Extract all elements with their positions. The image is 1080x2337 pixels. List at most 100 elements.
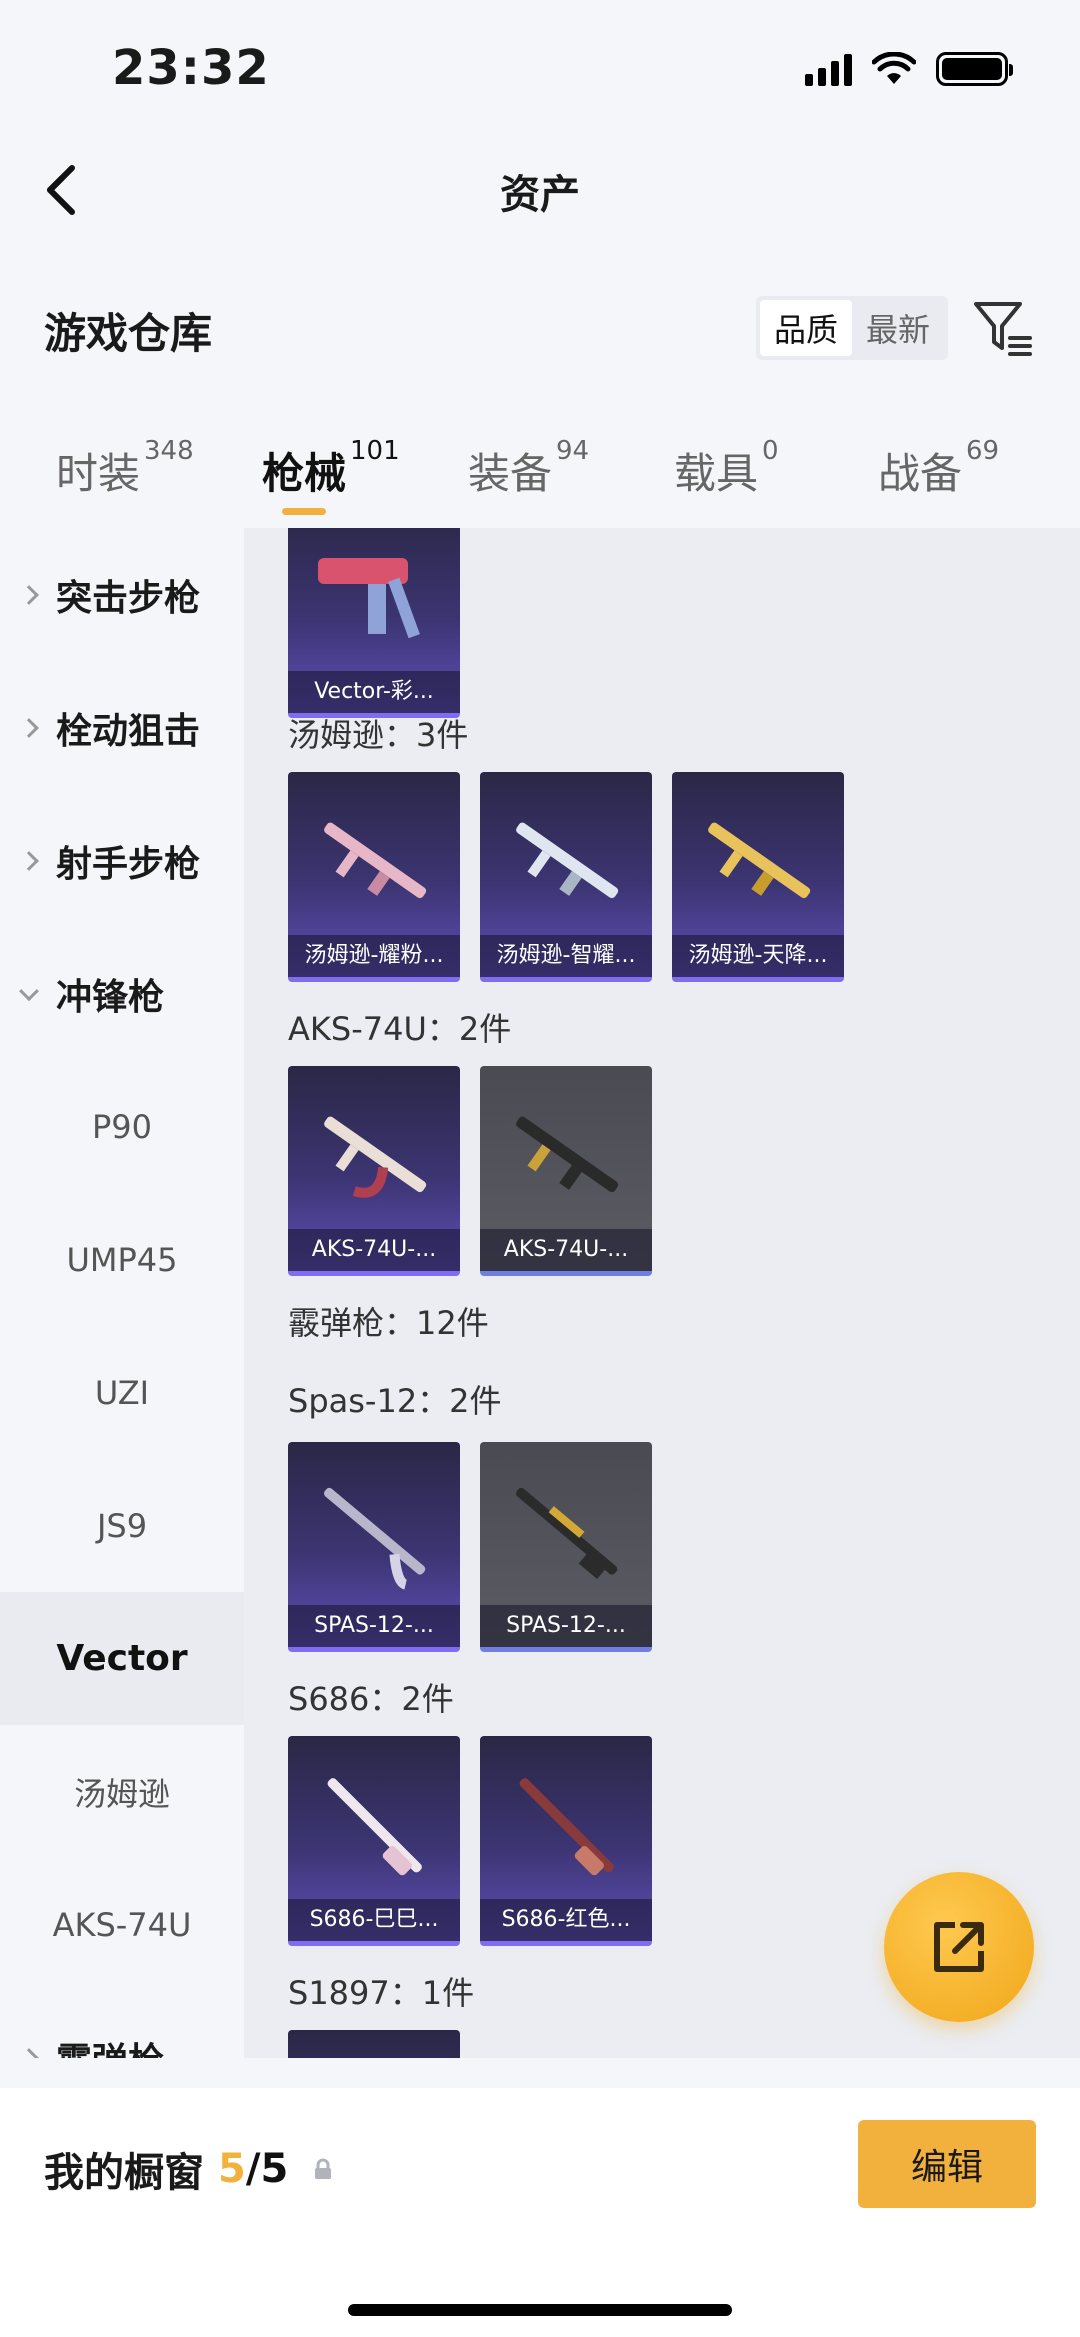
shotgun-icon	[327, 1778, 422, 1876]
sidebar-item-vector[interactable]: Vector	[0, 1592, 244, 1725]
group-title: AKS-74U：2件	[288, 1010, 512, 1048]
status-bar: 23:32	[0, 0, 1080, 140]
group-title: S686：2件	[288, 1680, 454, 1718]
tab-count: 69	[966, 436, 1000, 466]
item-card-label: SPAS-12-...	[288, 1605, 460, 1647]
shotgun-icon	[516, 1487, 618, 1579]
tab-label: 战备	[878, 449, 963, 498]
showcase-current: 5	[218, 2146, 246, 2192]
tab-guns[interactable]: 枪械 101	[262, 436, 400, 501]
lock-icon	[315, 2158, 332, 2179]
sidebar-item-label: 射手步枪	[56, 843, 201, 885]
signal-icon	[805, 52, 852, 86]
group-title: 霰弹枪：12件	[288, 1304, 489, 1342]
rifle-icon	[708, 822, 811, 899]
sidebar-item-marksman-rifle[interactable]: 射手步枪	[0, 794, 244, 927]
sidebar-item-uzi[interactable]: UZI	[0, 1326, 244, 1459]
sidebar-item-assault-rifle[interactable]: 突击步枪	[0, 528, 244, 661]
sort-quality-button[interactable]: 品质	[760, 300, 852, 356]
tab-vehicles[interactable]: 载具 0	[674, 436, 779, 501]
edit-button[interactable]: 编辑	[858, 2120, 1036, 2208]
sidebar-item-p90[interactable]: P90	[0, 1060, 244, 1193]
status-icons	[805, 52, 1013, 86]
tab-count: 94	[556, 436, 590, 466]
sidebar-item-label: 栓动狙击	[56, 710, 201, 752]
tab-combat-gear[interactable]: 战备 69	[878, 436, 999, 501]
sidebar-item-label: 霰弹枪	[56, 2032, 164, 2059]
sidebar-item-label: 突击步枪	[56, 577, 201, 619]
showcase-separator: /	[245, 2146, 261, 2192]
item-card[interactable]: 汤姆逊-智耀...	[480, 772, 652, 982]
item-card-label: AKS-74U-...	[288, 1229, 460, 1271]
sidebar-item-thompson[interactable]: 汤姆逊	[0, 1725, 244, 1858]
item-card-label: AKS-74U-...	[480, 1229, 652, 1271]
item-card[interactable]: AKS-74U-...	[288, 1066, 460, 1276]
item-card[interactable]: S686-红色...	[480, 1736, 652, 1946]
shotgun-icon	[324, 1487, 426, 1590]
sidebar-item-js9[interactable]: JS9	[0, 1459, 244, 1592]
share-icon	[934, 1922, 984, 1972]
bottom-bar: 我的橱窗 5 / 5 编辑	[0, 2088, 1080, 2337]
item-card[interactable]: 汤姆逊-天降...	[672, 772, 844, 982]
filter-icon[interactable]	[970, 296, 1034, 360]
item-grid: Vector-彩... 汤姆逊：3件 汤姆逊-耀粉... 汤姆逊-智耀... 汤…	[244, 528, 1080, 2058]
chevron-right-icon	[19, 2047, 39, 2058]
showcase-label: 我的橱窗	[44, 2150, 204, 2196]
tab-count: 348	[144, 436, 194, 466]
item-card[interactable]: SPAS-12-...	[288, 1442, 460, 1652]
share-button[interactable]	[884, 1872, 1034, 2022]
warehouse-title: 游戏仓库	[44, 309, 213, 358]
tab-fashion[interactable]: 时装 348	[56, 436, 194, 501]
battery-icon	[936, 52, 1013, 86]
group-title: S1897：1件	[288, 1974, 475, 2012]
sidebar-item-shotgun[interactable]: 霰弹枪	[0, 1991, 244, 2058]
sort-latest-button[interactable]: 最新	[852, 300, 944, 356]
smg-icon	[318, 558, 420, 639]
shotgun-icon	[519, 1778, 614, 1876]
tab-label: 载具	[674, 449, 759, 498]
tab-label: 装备	[468, 449, 553, 498]
group-title: Spas-12：2件	[288, 1382, 502, 1420]
item-card[interactable]: 汤姆逊-耀粉...	[288, 772, 460, 982]
tab-equipment[interactable]: 装备 94	[468, 436, 589, 501]
item-card[interactable]: S686-巳巳...	[288, 1736, 460, 1946]
rifle-icon	[516, 822, 619, 899]
item-card-label: S686-巳巳...	[288, 1899, 460, 1941]
item-card-label: S686-红色...	[480, 1899, 652, 1941]
tab-label: 枪械	[262, 449, 347, 498]
sidebar: 突击步枪 栓动狙击 射手步枪 冲锋枪 P90 UMP45 UZI JS9 Vec…	[0, 528, 244, 2058]
tab-count: 101	[350, 436, 400, 466]
status-time: 23:32	[112, 40, 270, 96]
rifle-icon	[324, 822, 427, 899]
wifi-icon	[872, 52, 916, 84]
sort-toggle: 品质 最新	[756, 296, 948, 360]
item-card[interactable]: AKS-74U-...	[480, 1066, 652, 1276]
chevron-right-icon	[19, 584, 39, 605]
nav-bar: 资产	[0, 140, 1080, 240]
item-card-label: SPAS-12-...	[480, 1605, 652, 1647]
sidebar-item-aks74u[interactable]: AKS-74U	[0, 1858, 244, 1991]
item-card[interactable]: SPAS-12-...	[480, 1442, 652, 1652]
sidebar-item-smg[interactable]: 冲锋枪	[0, 927, 244, 1060]
item-card-label: Vector-彩...	[288, 671, 460, 713]
tab-label: 时装	[56, 449, 141, 498]
tab-count: 0	[762, 436, 779, 466]
active-tab-indicator	[282, 508, 326, 515]
sidebar-item-label: 冲锋枪	[56, 976, 165, 1018]
category-tabs: 时装 348 枪械 101 装备 94 载具 0 战备 69	[0, 430, 1080, 526]
item-card-label: 汤姆逊-智耀...	[480, 935, 652, 977]
item-card-label: 汤姆逊-天降...	[672, 935, 844, 977]
rifle-icon	[516, 1116, 619, 1193]
chevron-down-icon	[19, 980, 39, 1001]
home-indicator	[348, 2304, 732, 2316]
item-card-label: 汤姆逊-耀粉...	[288, 935, 460, 977]
page-title: 资产	[500, 172, 580, 218]
chevron-right-icon	[19, 717, 39, 738]
sidebar-item-ump45[interactable]: UMP45	[0, 1193, 244, 1326]
item-card[interactable]	[288, 2030, 460, 2058]
showcase-max: 5	[260, 2146, 289, 2192]
chevron-right-icon	[19, 850, 39, 871]
item-card[interactable]: Vector-彩...	[288, 528, 460, 718]
sidebar-item-bolt-sniper[interactable]: 栓动狙击	[0, 661, 244, 794]
showcase-summary: 我的橱窗 5 / 5	[44, 2140, 334, 2198]
